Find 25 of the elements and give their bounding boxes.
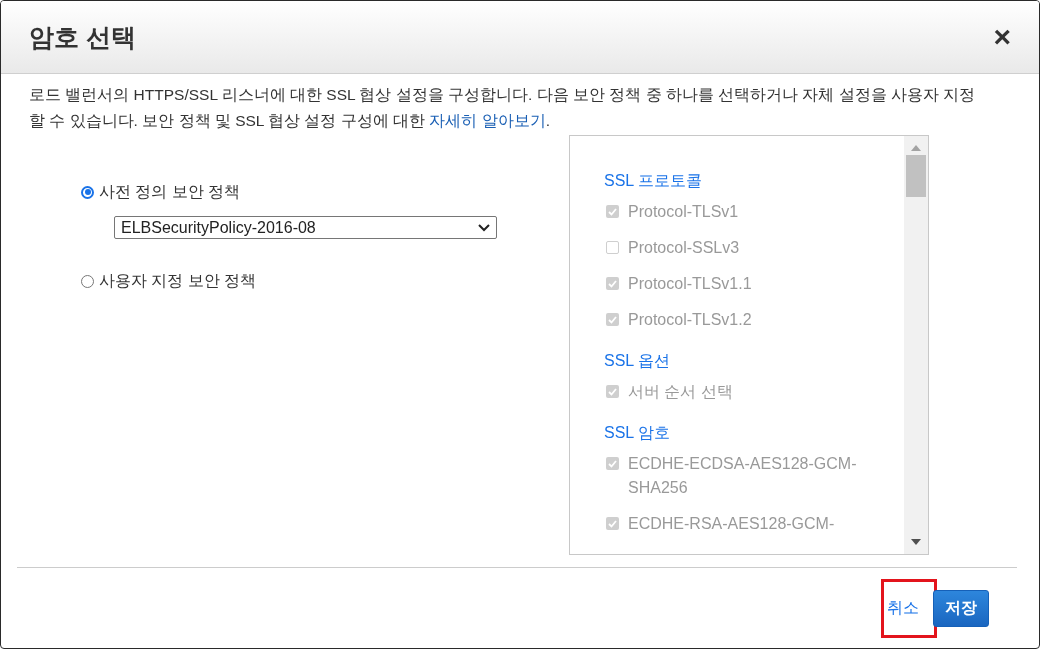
- radio-label: 사전 정의 보안 정책: [99, 181, 241, 202]
- section-heading: SSL 프로토콜: [604, 171, 704, 191]
- checkbox-label: ECDHE-RSA-AES128-GCM-: [628, 514, 835, 534]
- scroll-up-icon[interactable]: [911, 145, 921, 151]
- checkbox-label: Protocol-TLSv1.1: [628, 274, 752, 294]
- cancel-button[interactable]: 취소: [883, 589, 923, 627]
- checkbox-label: Protocol-TLSv1: [628, 202, 739, 222]
- policy-dropdown[interactable]: ELBSecurityPolicy-2016-08: [114, 216, 497, 239]
- checkbox-label: Protocol-SSLv3: [628, 238, 740, 258]
- section-heading: SSL 옵션: [604, 351, 672, 371]
- chevron-down-icon: [478, 223, 490, 232]
- checkbox-label: Protocol-TLSv1.2: [628, 310, 752, 330]
- radio-label: 사용자 지정 보안 정책: [99, 270, 257, 291]
- description-text: 로드 밸런서의 HTTPS/SSL 리스너에 대한 SSL 협상 설정을 구성합니다. 다음 보안 정책 중 하나를 선택하거나 자체 설정을 사용자 지정할 수 있습니다. 보안 정책 및 SSL 협상 설정 구성에 대한 자세히 알아보기.: [29, 85, 977, 131]
- checkbox-label: 서버 순서 선택: [628, 382, 733, 402]
- scroll-down-icon[interactable]: [911, 539, 921, 545]
- close-button[interactable]: ×: [991, 22, 1013, 52]
- section-heading: SSL 암호: [604, 423, 672, 443]
- radio-button[interactable]: [81, 185, 94, 199]
- scrollbar-thumb[interactable]: [906, 155, 926, 197]
- dialog-title: 암호 선택: [29, 21, 136, 53]
- save-button[interactable]: 저장: [933, 589, 989, 627]
- checkbox-label: ECDHE-ECDSA-AES128-GCM-SHA256: [628, 454, 858, 498]
- learn-more-link[interactable]: 자세히 알아보기: [429, 112, 546, 129]
- radio-button[interactable]: [81, 274, 94, 288]
